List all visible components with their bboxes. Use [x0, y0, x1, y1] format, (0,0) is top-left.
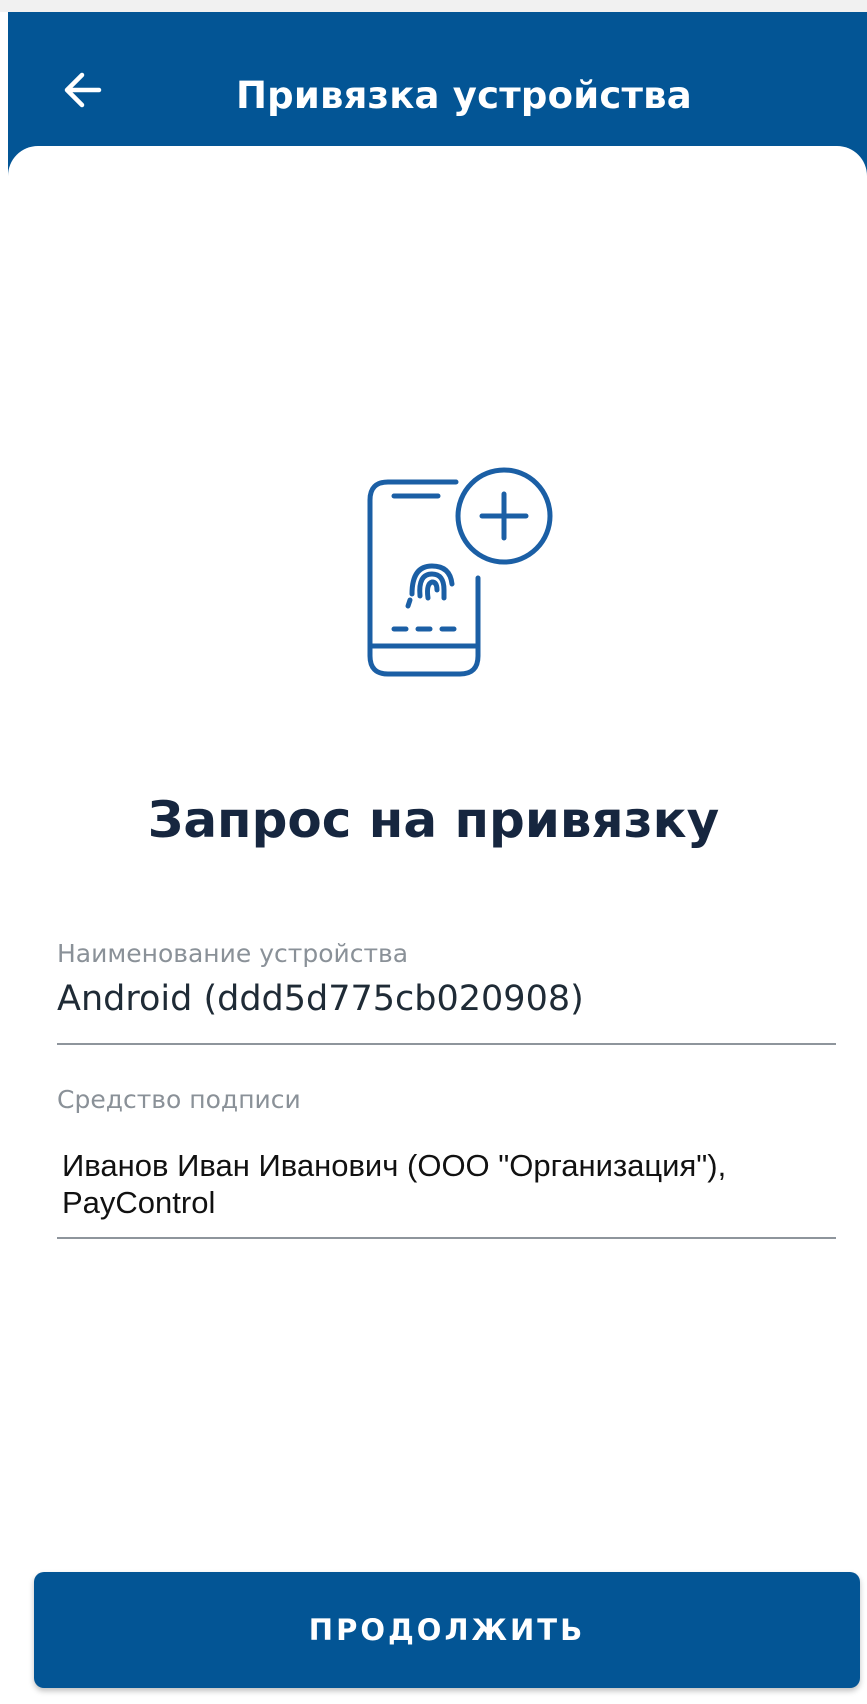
device-name-label: Наименование устройства [57, 939, 409, 968]
signature-tool-value-line-2: PayControl [62, 1185, 216, 1220]
continue-button-label: ПРОДОЛЖИТЬ [308, 1613, 586, 1647]
signature-tool-value-line-1: Иванов Иван Иванович (ООО "Организация")… [62, 1148, 727, 1183]
signature-tool-value: Иванов Иван Иванович (ООО "Организация")… [57, 1147, 836, 1221]
back-button[interactable] [52, 60, 112, 120]
device-binding-screen: Привязка устройства Запрос на привязку Н… [0, 0, 867, 1704]
arrow-left-icon [64, 72, 102, 108]
signature-tool-field[interactable]: Средство подписи Иванов Иван Иванович (О… [57, 1084, 836, 1242]
signature-tool-underline [57, 1237, 836, 1239]
device-name-underline [57, 1043, 836, 1045]
page-title: Привязка устройства [236, 74, 692, 117]
phone-fingerprint-add-icon [367, 467, 553, 677]
device-name-value: Android (ddd5d775cb020908) [57, 979, 584, 1019]
content-card [8, 146, 867, 1704]
request-title: Запрос на привязку [147, 791, 720, 849]
continue-button[interactable]: ПРОДОЛЖИТЬ [34, 1572, 860, 1688]
status-bar-strip [0, 0, 867, 12]
device-name-field[interactable]: Наименование устройства Android (ddd5d77… [57, 938, 836, 1048]
signature-tool-label: Средство подписи [57, 1085, 301, 1114]
